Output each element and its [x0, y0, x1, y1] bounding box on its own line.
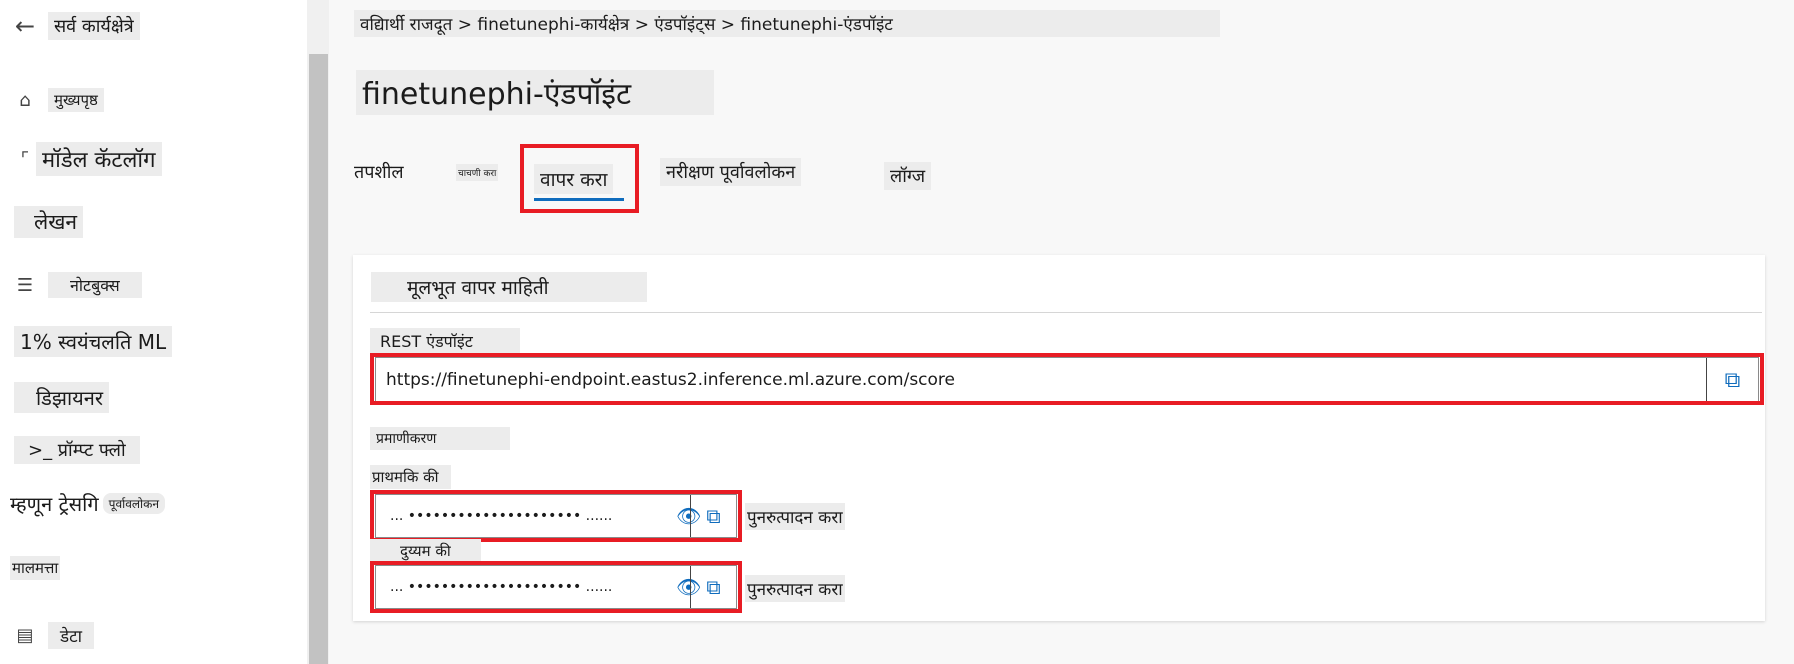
sidebar-item-assets[interactable]: मालमत्ता	[10, 556, 61, 580]
tab-test[interactable]: चाचणी करा	[456, 164, 499, 181]
sidebar-item-data[interactable]: ▤ डेटा	[14, 622, 95, 649]
card-title: मूलभूत वापर माहिती	[371, 272, 647, 302]
sidebar-item-authoring[interactable]: लेखन	[14, 206, 84, 238]
highlight-box	[520, 144, 639, 213]
secondary-key-label: दुय्यम की	[370, 539, 481, 563]
tab-logs[interactable]: लॉग्ज	[884, 162, 932, 190]
notebook-icon: ☰	[16, 274, 34, 296]
page-title: finetunephi-एंडपॉइंट	[356, 70, 714, 115]
divider	[370, 312, 1762, 313]
sidebar-item-designer[interactable]: डिझायनर	[14, 382, 110, 413]
data-icon: ▤	[16, 625, 34, 646]
sidebar: ← सर्व कार्यक्षेत्रे ⌂ मुख्यपृष्ठ ⌜ मॉडेल क…	[0, 0, 307, 664]
sidebar-item-prompt-flow[interactable]: >_ प्रॉम्प्ट फ्लो	[14, 436, 140, 464]
breadcrumb[interactable]: वद्यिार्थी राजदूत > finetunephi-कार्यक्ष…	[354, 10, 1220, 37]
highlight-box	[370, 353, 1764, 405]
sidebar-item-automl[interactable]: 1% स्वयंचलति ML	[14, 326, 173, 357]
highlight-box	[370, 561, 742, 613]
sidebar-item-tracing[interactable]: म्हणून ट्रेसगि पूर्वावलोकन	[10, 490, 166, 517]
back-arrow-icon: ←	[14, 12, 36, 40]
rest-endpoint-label: REST एंडपॉइंट	[370, 328, 520, 354]
back-to-workspaces[interactable]: ← सर्व कार्यक्षेत्रे	[14, 12, 140, 40]
sidebar-item-model-catalog[interactable]: ⌜ मॉडेल कॅटलॉग	[14, 142, 162, 176]
sidebar-item-home[interactable]: ⌂ मुख्यपृष्ठ	[14, 88, 104, 112]
tab-monitoring[interactable]: नरीक्षण पूर्वावलोकन	[660, 158, 802, 186]
regenerate-primary-button[interactable]: पुनरुत्पादन करा	[745, 503, 845, 530]
regenerate-secondary-button[interactable]: पुनरुत्पादन करा	[745, 575, 845, 602]
basic-consumption-card: मूलभूत वापर माहिती REST एंडपॉइंट https:/…	[353, 255, 1765, 621]
catalog-icon: ⌜	[20, 148, 30, 170]
sidebar-item-notebooks[interactable]: ☰ नोटबुक्स	[14, 272, 142, 298]
scrollbar-thumb[interactable]	[309, 54, 328, 664]
primary-key-label: प्राथमकि की	[370, 465, 451, 489]
auth-label: प्रमाणीकरण	[370, 427, 510, 450]
highlight-box	[370, 490, 742, 542]
home-icon: ⌂	[19, 89, 31, 111]
tab-details[interactable]: तपशील	[354, 160, 404, 184]
preview-badge: पूर्वावलोकन	[102, 493, 166, 514]
